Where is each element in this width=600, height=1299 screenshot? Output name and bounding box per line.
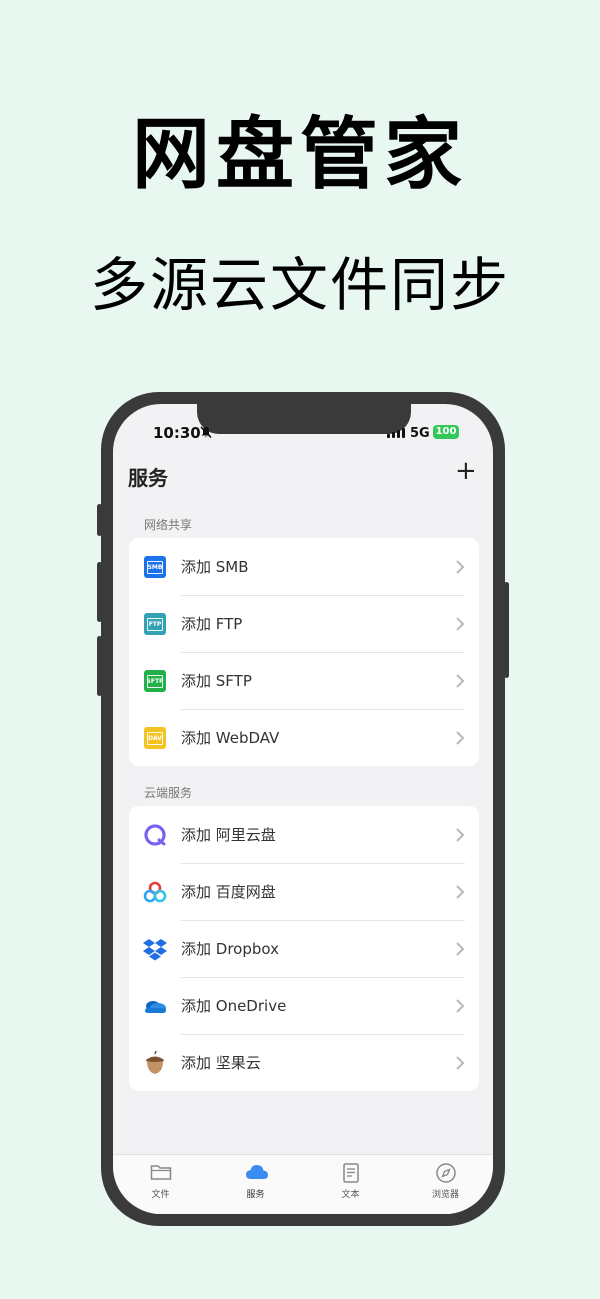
chevron-right-icon <box>456 828 465 842</box>
chevron-right-icon <box>456 1056 465 1070</box>
list-item-add-dropbox[interactable]: 添加 Dropbox <box>129 920 479 977</box>
list-item-label: 添加 WebDAV <box>181 729 280 747</box>
list-item-label: 添加 SMB <box>181 558 249 576</box>
battery-indicator: 100 <box>433 425 459 439</box>
chevron-right-icon <box>456 885 465 899</box>
compass-icon <box>435 1163 456 1183</box>
list-item-add-smb[interactable]: SMB 添加 SMB <box>129 538 479 595</box>
tab-bar: 文件 服务 文本 浏览器 <box>113 1154 493 1214</box>
ftp-icon: FTP <box>143 612 167 636</box>
tab-label: 浏览器 <box>431 1190 459 1200</box>
chevron-right-icon <box>456 560 465 574</box>
ftp-badge: FTP <box>144 613 166 635</box>
chevron-right-icon <box>456 731 465 745</box>
folder-icon <box>150 1165 171 1180</box>
list-item-label: 添加 OneDrive <box>181 997 287 1015</box>
list-item-label: 添加 百度网盘 <box>181 883 276 901</box>
smb-icon: SMB <box>143 555 167 579</box>
tab-label: 文本 <box>341 1190 360 1200</box>
chevron-right-icon <box>456 617 465 631</box>
chevron-right-icon <box>456 674 465 688</box>
tab-browser[interactable]: 浏览器 <box>398 1155 493 1214</box>
list-item-label: 添加 阿里云盘 <box>181 826 276 844</box>
onedrive-icon <box>145 1001 166 1013</box>
network-type: 5G <box>410 426 430 441</box>
network-share-card: SMB 添加 SMB FTP 添加 FTP SFTP 添加 SFTP DAV 添… <box>129 538 479 766</box>
baidu-netdisk-icon <box>143 881 167 903</box>
section-label-cloud: 云端服务 <box>144 786 193 800</box>
list-item-add-ftp[interactable]: FTP 添加 FTP <box>129 595 479 652</box>
smb-badge: SMB <box>144 556 166 578</box>
phone-screen: 10:30 5G 100 服务 + 网络共享 SMB 添加 SMB FTP 添加… <box>113 404 493 1214</box>
document-icon <box>342 1163 359 1183</box>
cloud-icon <box>245 1165 268 1179</box>
tab-files[interactable]: 文件 <box>113 1155 208 1214</box>
promo-subline: 多源云文件同步 <box>89 251 510 319</box>
list-item-add-webdav[interactable]: DAV 添加 WebDAV <box>129 709 479 766</box>
page-title: 服务 <box>128 466 168 490</box>
status-time: 10:30 <box>153 424 201 442</box>
dropbox-icon <box>143 939 167 961</box>
list-item-label: 添加 FTP <box>181 615 243 633</box>
tab-label: 服务 <box>246 1190 265 1200</box>
sftp-badge: SFTP <box>144 670 166 692</box>
silent-bell-icon <box>200 426 212 439</box>
add-service-button[interactable]: + <box>455 458 477 484</box>
list-item-add-baidu[interactable]: 添加 百度网盘 <box>129 863 479 920</box>
phone-side-button <box>504 582 509 678</box>
sftp-icon: SFTP <box>143 669 167 693</box>
tab-services[interactable]: 服务 <box>208 1155 303 1214</box>
phone-side-button <box>97 504 102 536</box>
phone-frame: 10:30 5G 100 服务 + 网络共享 SMB 添加 SMB FTP 添加… <box>97 392 509 1226</box>
webdav-icon: DAV <box>143 726 167 750</box>
promo-headline: 网盘管家 <box>131 109 468 200</box>
list-item-label: 添加 Dropbox <box>181 940 279 958</box>
webdav-badge: DAV <box>144 727 166 749</box>
signal-icon <box>387 426 405 438</box>
chevron-right-icon <box>456 942 465 956</box>
tab-text[interactable]: 文本 <box>303 1155 398 1214</box>
section-label-network: 网络共享 <box>144 518 193 532</box>
list-item-label: 添加 SFTP <box>181 672 252 690</box>
jianguoyun-icon <box>146 1051 164 1074</box>
phone-side-button <box>97 562 102 622</box>
list-item-add-onedrive[interactable]: 添加 OneDrive <box>129 977 479 1034</box>
notch <box>197 404 411 434</box>
list-item-add-sftp[interactable]: SFTP 添加 SFTP <box>129 652 479 709</box>
chevron-right-icon <box>456 999 465 1013</box>
list-item-label: 添加 坚果云 <box>181 1054 261 1072</box>
list-item-add-aliyun[interactable]: 添加 阿里云盘 <box>129 806 479 863</box>
phone-side-button <box>97 636 102 696</box>
aliyun-drive-icon <box>144 824 166 846</box>
tab-label: 文件 <box>151 1190 170 1200</box>
cloud-service-card: 添加 阿里云盘 添加 百度网盘 添加 Dropbox 添加 OneDrive 添… <box>129 806 479 1091</box>
list-item-add-jianguoyun[interactable]: 添加 坚果云 <box>129 1034 479 1091</box>
